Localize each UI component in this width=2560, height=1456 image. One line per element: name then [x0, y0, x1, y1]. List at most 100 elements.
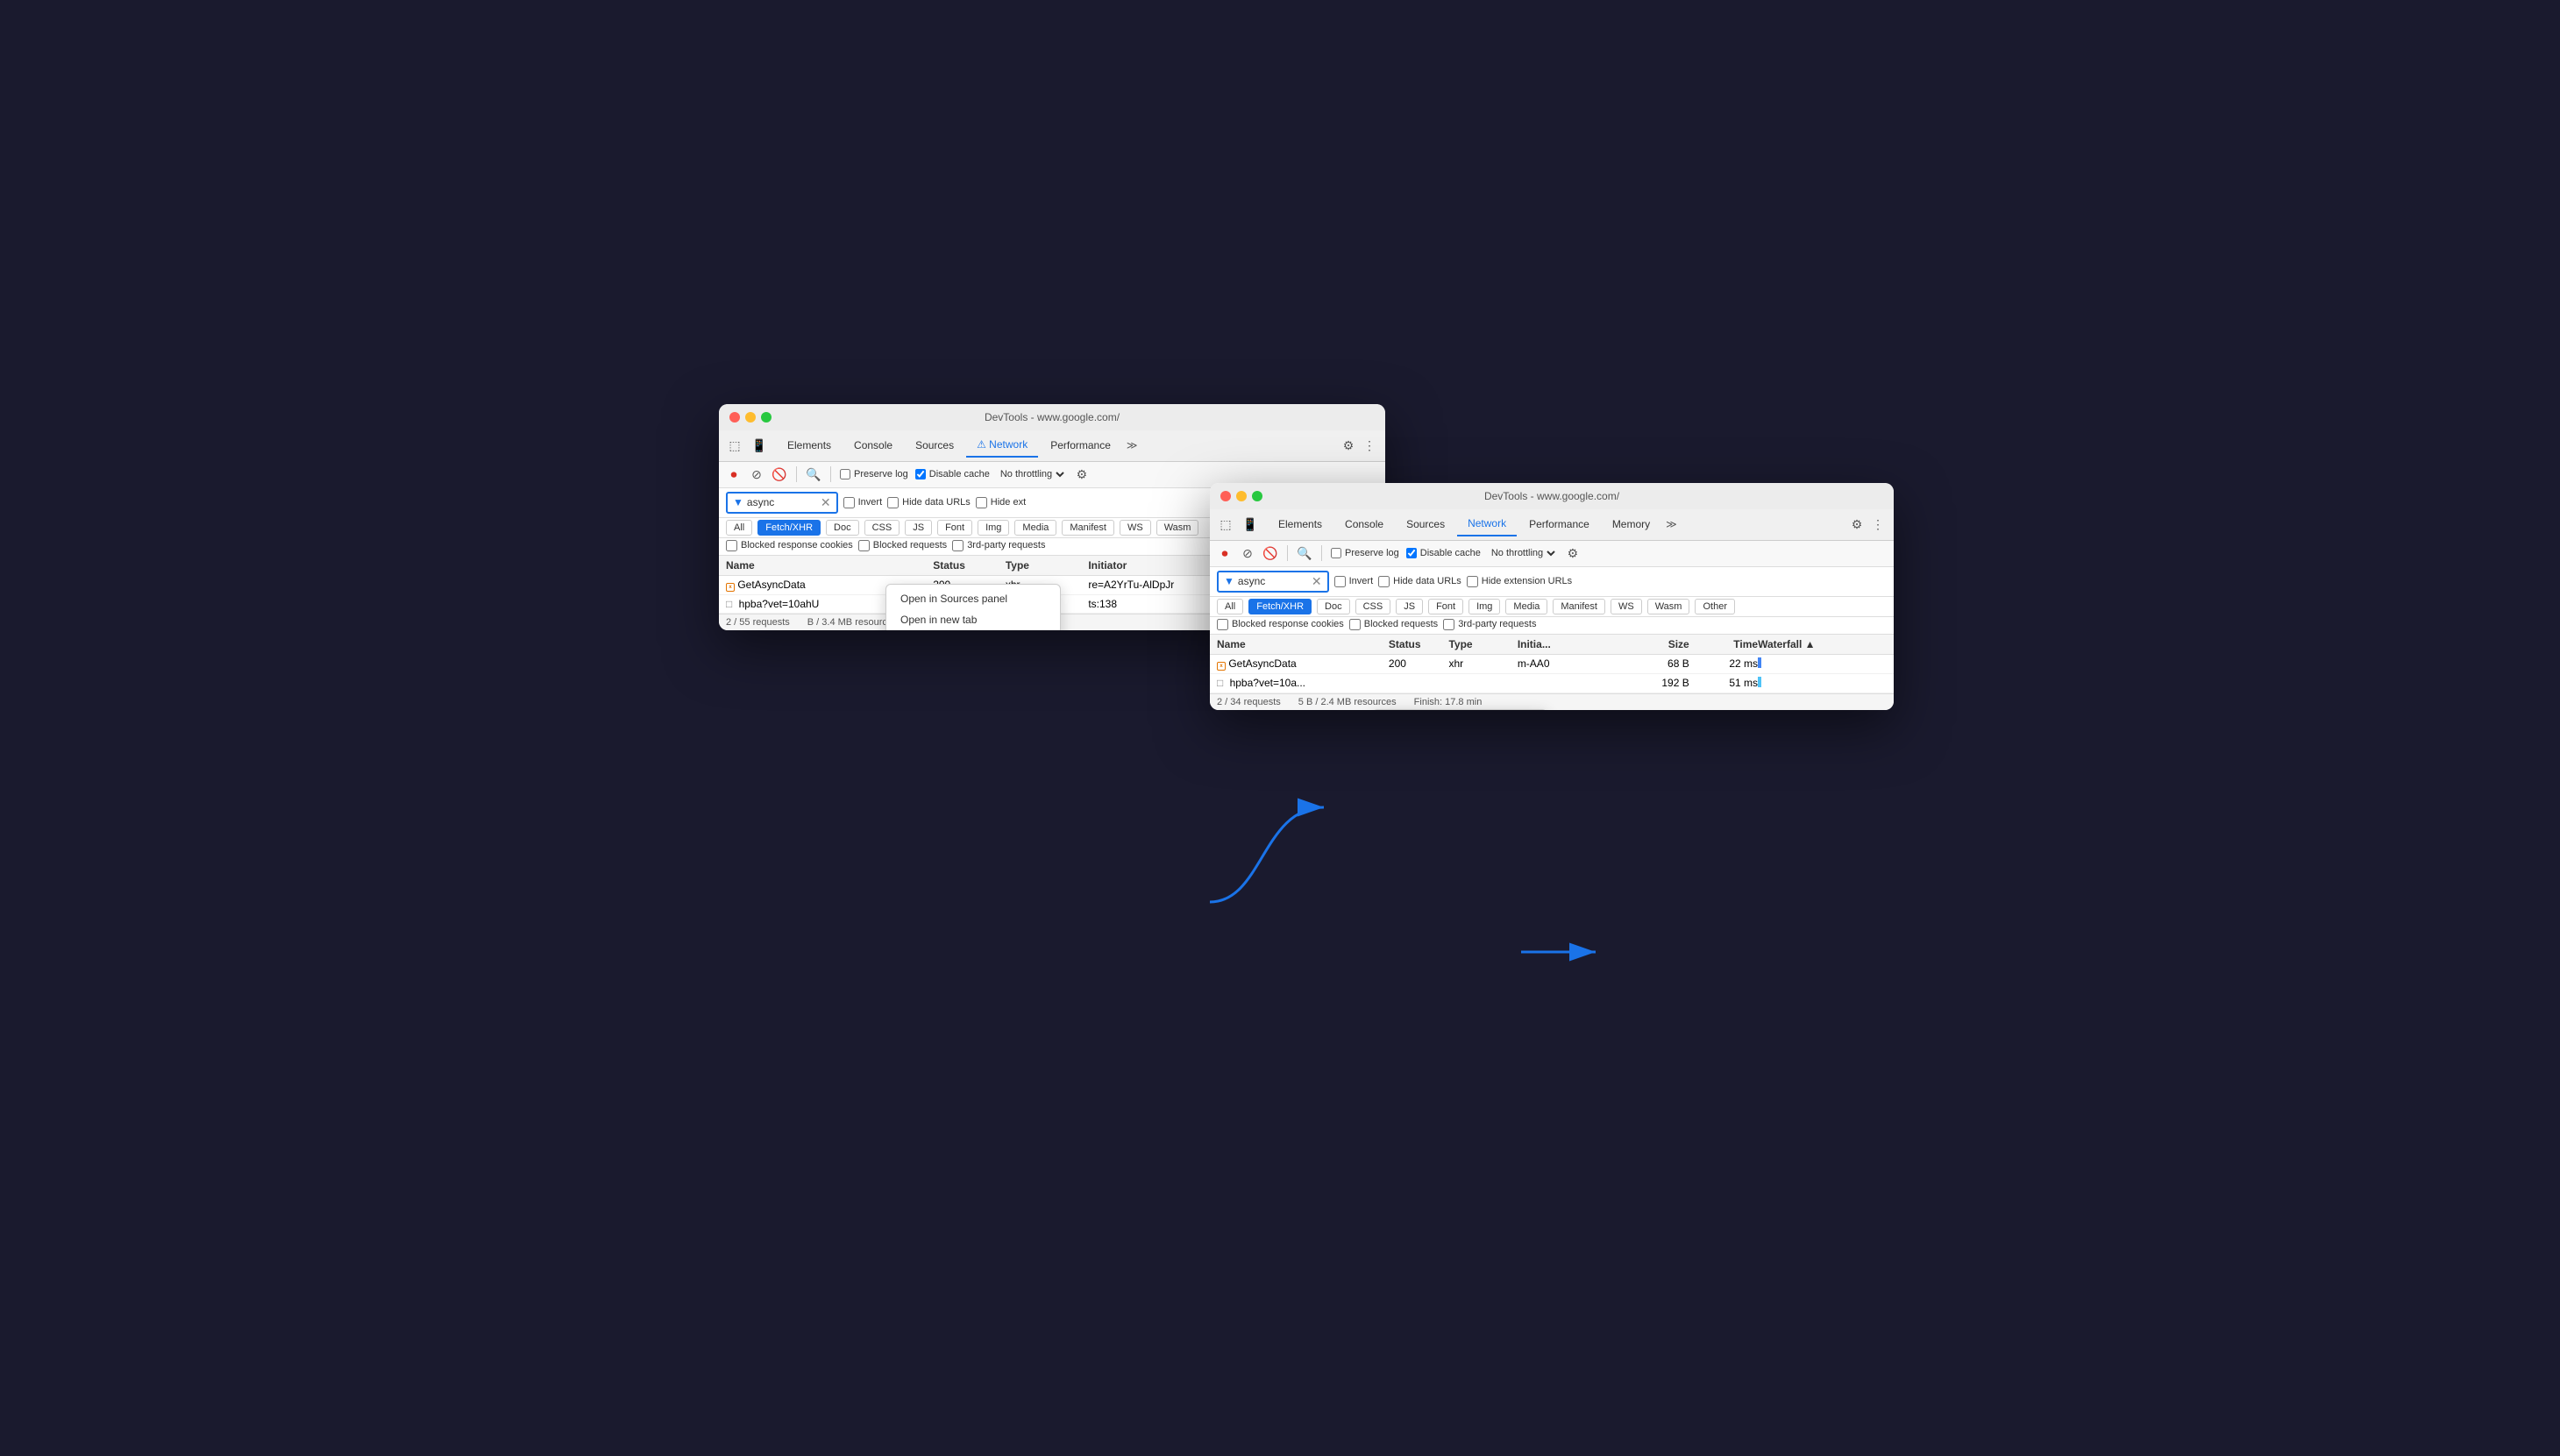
preserve-log-checkbox-1[interactable]	[840, 469, 850, 479]
stop-button-1[interactable]: ⊘	[749, 466, 764, 482]
record-button-2[interactable]: ⏺	[1217, 545, 1233, 561]
device-icon-2[interactable]: 📱	[1241, 515, 1259, 533]
disable-cache-label-2[interactable]: Disable cache	[1406, 548, 1481, 558]
filter-font-2[interactable]: Font	[1428, 599, 1463, 614]
filter-manifest-1[interactable]: Manifest	[1062, 520, 1114, 536]
disable-cache-label-1[interactable]: Disable cache	[915, 469, 990, 479]
network-settings-2[interactable]: ⚙	[1565, 545, 1581, 561]
tab-console-2[interactable]: Console	[1334, 513, 1394, 536]
tab-performance-1[interactable]: Performance	[1040, 434, 1121, 457]
hide-ext-2[interactable]: Hide extension URLs	[1467, 576, 1572, 587]
invert-checkbox-1[interactable]: Invert	[843, 497, 883, 508]
row-waterfall-2b	[1758, 677, 1887, 690]
filter-media-2[interactable]: Media	[1505, 599, 1547, 614]
hide-ext-1[interactable]: Hide ext	[976, 497, 1026, 508]
filter-doc-2[interactable]: Doc	[1317, 599, 1350, 614]
throttle-select-1[interactable]: No throttling	[997, 468, 1067, 480]
minimize-button-2[interactable]	[1236, 491, 1247, 501]
disable-cache-checkbox-2[interactable]	[1406, 548, 1417, 558]
search-input-1[interactable]	[747, 496, 817, 508]
more-menu-icon-1[interactable]: ⋮	[1361, 437, 1378, 454]
preserve-log-label-1[interactable]: Preserve log	[840, 469, 908, 479]
filter-fetchxhr-2[interactable]: Fetch/XHR	[1248, 599, 1312, 614]
filter-manifest-2[interactable]: Manifest	[1553, 599, 1605, 614]
filter-css-2[interactable]: CSS	[1355, 599, 1391, 614]
preserve-log-label-2[interactable]: Preserve log	[1331, 548, 1399, 558]
clear-search-1[interactable]: ✕	[821, 495, 831, 510]
search-input-2[interactable]	[1238, 575, 1308, 587]
clear-button-1[interactable]: 🚫	[772, 466, 787, 482]
filter-img-1[interactable]: Img	[978, 520, 1009, 536]
filter-other-2[interactable]: Other	[1695, 599, 1735, 614]
maximize-button-1[interactable]	[761, 412, 772, 423]
close-button-2[interactable]	[1220, 491, 1231, 501]
tab-memory-2[interactable]: Memory	[1602, 513, 1660, 536]
minimize-button-1[interactable]	[745, 412, 756, 423]
search-toolbar-btn-2[interactable]: 🔍	[1297, 545, 1312, 561]
settings-icon-1[interactable]: ⚙	[1340, 437, 1357, 454]
third-party-2[interactable]: 3rd-party requests	[1443, 619, 1536, 630]
filter-media-1[interactable]: Media	[1014, 520, 1056, 536]
filter-all-1[interactable]: All	[726, 520, 752, 536]
clear-search-2[interactable]: ✕	[1312, 574, 1322, 589]
inspect-icon[interactable]: ⬚	[726, 437, 743, 454]
blocked-requests-2[interactable]: Blocked requests	[1349, 619, 1438, 630]
ctx-open-tab-1[interactable]: Open in new tab	[886, 609, 1060, 630]
tab-network-1[interactable]: ⚠ Network	[966, 433, 1038, 458]
tab-network-2[interactable]: Network	[1457, 512, 1517, 536]
device-icon[interactable]: 📱	[750, 437, 768, 454]
more-menu-icon-2[interactable]: ⋮	[1869, 515, 1887, 533]
throttle-select-2[interactable]: No throttling	[1488, 547, 1558, 559]
hide-data-urls-2[interactable]: Hide data URLs	[1378, 576, 1461, 587]
filter-ws-2[interactable]: WS	[1611, 599, 1642, 614]
blocked-requests-1[interactable]: Blocked requests	[858, 540, 947, 551]
resource-size-2: 5 B / 2.4 MB resources	[1298, 697, 1397, 707]
preserve-log-text-2: Preserve log	[1345, 548, 1399, 558]
tab-elements-1[interactable]: Elements	[777, 434, 842, 457]
filter-js-2[interactable]: JS	[1396, 599, 1423, 614]
blocked-cookies-2[interactable]: Blocked response cookies	[1217, 619, 1344, 630]
clear-button-2[interactable]: 🚫	[1262, 545, 1278, 561]
tab-settings-group-1: ⚙ ⋮	[1340, 437, 1378, 454]
row-size-2a: 68 B	[1620, 657, 1689, 670]
filter-fetchxhr-1[interactable]: Fetch/XHR	[757, 520, 821, 536]
settings-icon-2[interactable]: ⚙	[1848, 515, 1866, 533]
third-party-1[interactable]: 3rd-party requests	[952, 540, 1045, 551]
tab-more-2[interactable]: ≫	[1662, 515, 1681, 534]
table-row-2a[interactable]: x GetAsyncData 200 xhr m-AA0 68 B 22 ms	[1210, 655, 1894, 674]
filter-css-1[interactable]: CSS	[864, 520, 900, 536]
close-button-1[interactable]	[729, 412, 740, 423]
filter-wasm-1[interactable]: Wasm	[1156, 520, 1199, 536]
tab-more-1[interactable]: ≫	[1123, 436, 1141, 455]
filter-wasm-2[interactable]: Wasm	[1647, 599, 1690, 614]
search-toolbar-btn-1[interactable]: 🔍	[806, 466, 821, 482]
ctx-open-sources-1[interactable]: Open in Sources panel	[886, 588, 1060, 609]
tab-elements-2[interactable]: Elements	[1268, 513, 1333, 536]
tab-bar-1: ⬚ 📱 Elements Console Sources ⚠ Network P…	[719, 430, 1385, 462]
filter-all-2[interactable]: All	[1217, 599, 1243, 614]
row-initiator-1b: ts:138	[1088, 598, 1212, 610]
tab-console-1[interactable]: Console	[843, 434, 903, 457]
devtools-window-2: DevTools - www.google.com/ ⬚ 📱 Elements …	[1210, 483, 1894, 710]
inspect-icon-2[interactable]: ⬚	[1217, 515, 1234, 533]
tab-sources-1[interactable]: Sources	[905, 434, 964, 457]
filter-js-1[interactable]: JS	[905, 520, 932, 536]
preserve-log-checkbox-2[interactable]	[1331, 548, 1341, 558]
blocked-cookies-1[interactable]: Blocked response cookies	[726, 540, 853, 551]
tab-sources-2[interactable]: Sources	[1396, 513, 1455, 536]
row-time-2a: 22 ms	[1689, 657, 1758, 670]
tab-bar-2: ⬚ 📱 Elements Console Sources Network Per…	[1210, 509, 1894, 541]
table-row-2b[interactable]: □ hpba?vet=10a... 192 B 51 ms	[1210, 674, 1894, 693]
tab-performance-2[interactable]: Performance	[1518, 513, 1600, 536]
disable-cache-checkbox-1[interactable]	[915, 469, 926, 479]
hide-data-urls-1[interactable]: Hide data URLs	[887, 497, 971, 508]
filter-ws-1[interactable]: WS	[1120, 520, 1151, 536]
invert-checkbox-2[interactable]: Invert	[1334, 576, 1374, 587]
maximize-button-2[interactable]	[1252, 491, 1262, 501]
record-button-1[interactable]: ⏺	[726, 466, 742, 482]
filter-font-1[interactable]: Font	[937, 520, 972, 536]
stop-button-2[interactable]: ⊘	[1240, 545, 1255, 561]
network-settings-1[interactable]: ⚙	[1074, 466, 1090, 482]
filter-img-2[interactable]: Img	[1468, 599, 1500, 614]
filter-doc-1[interactable]: Doc	[826, 520, 859, 536]
